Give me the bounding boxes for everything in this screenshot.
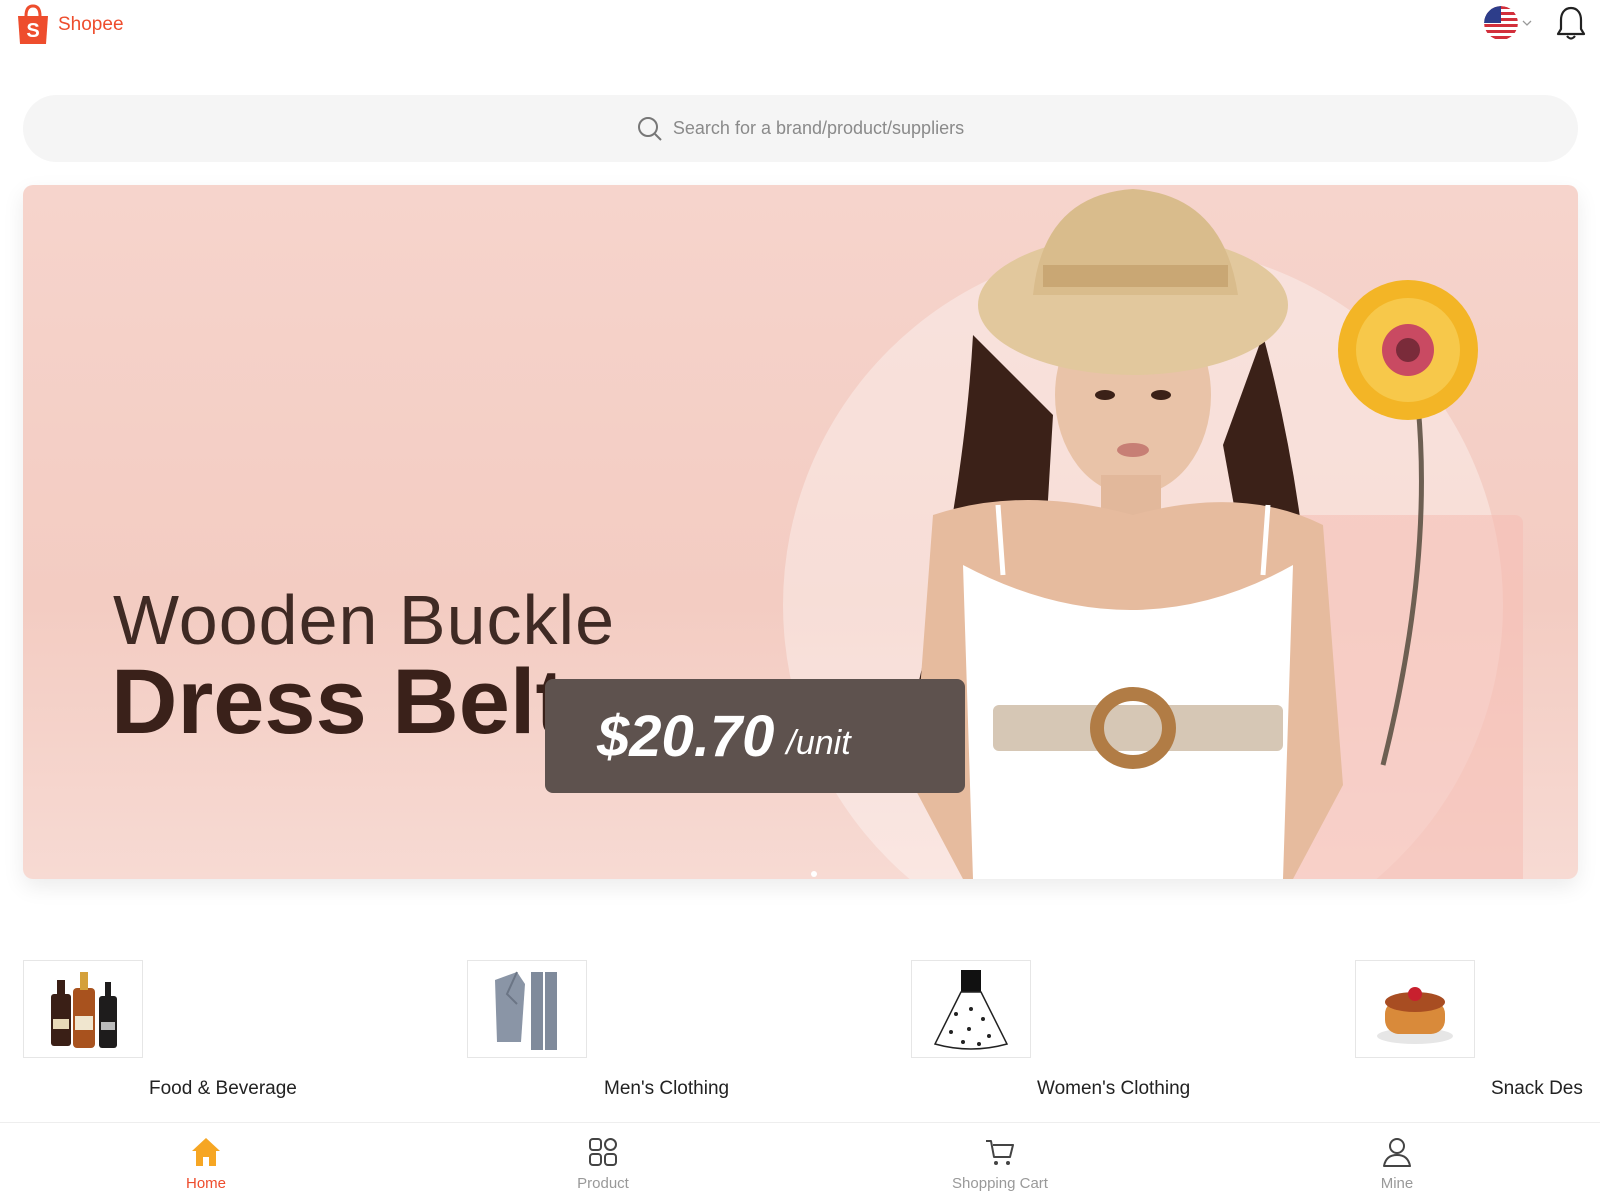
nav-shopping-cart[interactable]: Shopping Cart [920, 1135, 1080, 1192]
bottom-navigation: Home Product Shopping Cart Mine [0, 1122, 1600, 1201]
dress-icon [933, 970, 1009, 1050]
category-thumbnail [1355, 960, 1475, 1058]
sunflower-image [1338, 280, 1478, 766]
banner-unit: /unit [786, 723, 851, 762]
logo-text: Shopee [58, 14, 124, 35]
category-thumbnail [467, 960, 587, 1058]
cart-icon [986, 1140, 1014, 1165]
banner-product-title: Dress Belts [111, 651, 618, 753]
banner-headline: Wooden Buckle [113, 581, 616, 659]
suit-icon [495, 971, 557, 1050]
category-snack-desserts[interactable]: Snack Des [1355, 960, 1583, 1099]
liquor-bottles-icon [51, 972, 117, 1048]
search-icon [637, 116, 662, 141]
carousel-indicator-dot[interactable] [811, 871, 817, 877]
logo-glyph: S [26, 20, 39, 42]
nav-label: Shopping Cart [952, 1175, 1048, 1192]
us-flag-icon [1484, 6, 1518, 40]
shopping-bag-logo-icon: S [18, 4, 48, 44]
banner-price: $20.70 [597, 703, 775, 769]
nav-home[interactable]: Home [126, 1135, 286, 1192]
category-label: Women's Clothing [1037, 1078, 1191, 1099]
nav-product[interactable]: Product [523, 1135, 683, 1192]
search-placeholder: Search for a brand/product/suppliers [672, 118, 965, 138]
category-thumbnail [911, 960, 1031, 1058]
shopee-logo[interactable]: S Shopee [16, 4, 124, 46]
user-icon [1383, 1138, 1411, 1167]
language-selector[interactable] [1484, 6, 1532, 40]
notification-bell-icon[interactable] [1555, 5, 1587, 41]
nav-label: Mine [1380, 1175, 1414, 1192]
category-food-beverage[interactable]: Food & Beverage [23, 960, 297, 1099]
category-mens-clothing[interactable]: Men's Clothing [467, 960, 729, 1099]
pancake-icon [1377, 987, 1453, 1044]
nav-label: Product [577, 1175, 629, 1192]
grid-icon [589, 1138, 617, 1166]
price-tag: $20.70 /unit [545, 679, 965, 793]
category-womens-clothing[interactable]: Women's Clothing [911, 960, 1190, 1099]
category-thumbnail [23, 960, 143, 1058]
nav-label: Home [185, 1175, 226, 1192]
top-header: S Shopee [0, 0, 1600, 56]
chevron-down-icon [1522, 20, 1532, 26]
search-bar[interactable]: Search for a brand/product/suppliers [23, 95, 1578, 162]
category-label: Men's Clothing [604, 1078, 730, 1099]
promo-banner[interactable]: Wooden Buckle Dress Belts $20.70 /unit [23, 185, 1578, 879]
category-row: Food & Beverage Men's Clothing Women's C [0, 960, 1600, 1110]
category-label: Snack Des [1491, 1078, 1583, 1099]
nav-mine[interactable]: Mine [1317, 1135, 1477, 1192]
home-icon [192, 1138, 220, 1166]
category-label: Food & Beverage [149, 1078, 297, 1099]
